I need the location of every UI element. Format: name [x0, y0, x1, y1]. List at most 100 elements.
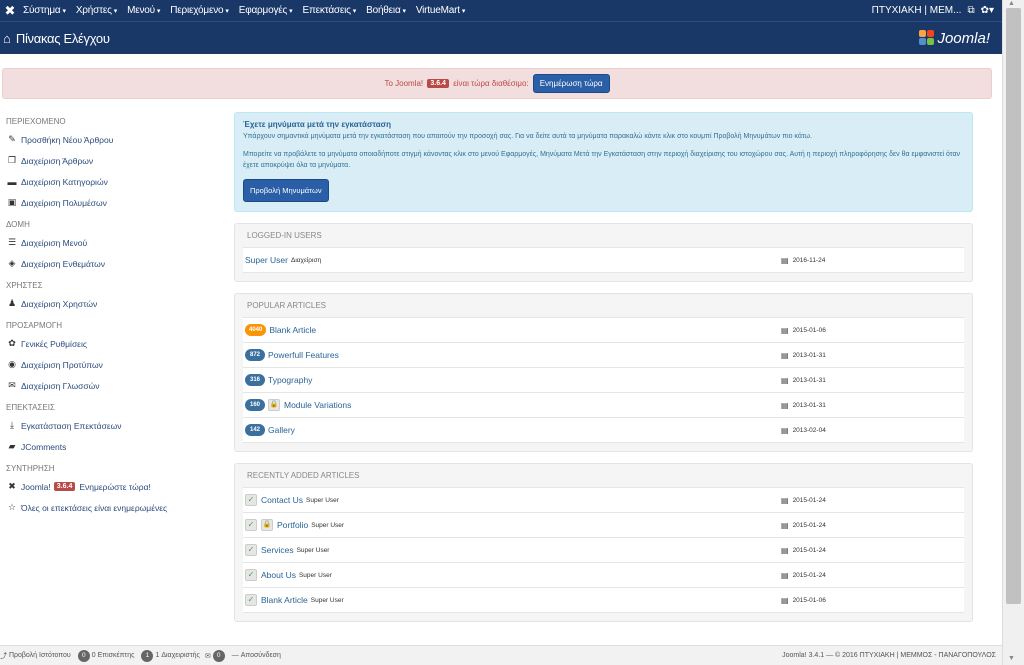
- scrollbar[interactable]: ▲ ▼: [1002, 0, 1024, 665]
- sidebar-item-label: JComments: [21, 441, 67, 452]
- joomla-icon: ✖: [8, 481, 16, 491]
- published-check-icon[interactable]: ✓: [245, 569, 257, 581]
- article-link[interactable]: Services: [261, 545, 294, 555]
- view-messages-button[interactable]: Προβολή Μηνυμάτων: [243, 179, 329, 202]
- topmenu-label: Περιεχόμενο: [170, 5, 224, 16]
- table-row: 142 Gallery ▤ 2013-02-04: [243, 418, 964, 443]
- topmenu-item[interactable]: Περιεχόμενο ▾: [170, 5, 229, 16]
- external-link-icon[interactable]: ⧉: [967, 5, 974, 16]
- article-link[interactable]: Module Variations: [284, 400, 351, 410]
- user-menu[interactable]: ΠΤΥΧΙΑΚΗ | ΜΕΜ...: [872, 5, 962, 16]
- panel-title: RECENTLY ADDED ARTICLES: [243, 464, 964, 488]
- sidebar-item[interactable]: ❐ Διαχείριση Άρθρων: [0, 150, 220, 171]
- sidebar-item-label: Γενικές Ρυθμίσεις: [21, 338, 87, 349]
- sidebar-item-label: Διαχείριση Γλωσσών: [21, 380, 100, 391]
- sidebar-item[interactable]: ◈ Διαχείριση Ενθεμάτων: [0, 253, 220, 274]
- sidebar-item-suffix: Ενημερώστε τώρα!: [79, 481, 151, 492]
- sidebar-item[interactable]: ✎ Προσθήκη Νέου Άρθρου: [0, 129, 220, 150]
- topmenu-item[interactable]: Εφαρμογές ▾: [239, 5, 293, 16]
- article-link[interactable]: About Us: [261, 570, 296, 580]
- main-menu: Σύστημα ▾ Χρήστες ▾ Μενού ▾ Περιεχόμενο ▾ Εφαρμο…: [23, 5, 475, 16]
- table-row: ✓ Contact Us Super User ▤ 2015-01-24: [243, 488, 964, 513]
- list-icon: ☰: [7, 237, 17, 247]
- sidebar-item[interactable]: ⤓ Εγκατάσταση Επεκτάσεων: [0, 415, 220, 436]
- published-check-icon[interactable]: ✓: [245, 519, 257, 531]
- scroll-up-arrow[interactable]: ▲: [1008, 0, 1015, 7]
- caret-down-icon: ▾: [402, 8, 407, 15]
- date-cell: ▤ 2013-02-04: [781, 426, 964, 435]
- messages-count[interactable]: ✉ 0: [205, 649, 227, 662]
- caret-down-icon: ▾: [461, 8, 466, 15]
- sidebar-item-label: Διαχείριση Άρθρων: [21, 155, 94, 166]
- download-icon: ⤓: [10, 420, 14, 430]
- topmenu-item[interactable]: Μενού ▾: [127, 5, 160, 16]
- table-row: 872 Powerfull Features ▤ 2013-01-31: [243, 343, 964, 368]
- article-author: Super User: [310, 596, 344, 604]
- sidebar-item[interactable]: ▣ Διαχείριση Πολυμέσων: [0, 192, 220, 213]
- published-check-icon[interactable]: ✓: [245, 544, 257, 556]
- date-cell: ▤ 2015-01-24: [781, 521, 964, 530]
- caret-down-icon: ▾: [225, 8, 229, 15]
- sidebar-item[interactable]: ◉ Διαχείριση Προτύπων: [0, 354, 220, 375]
- article-link[interactable]: Typography: [268, 375, 312, 385]
- calendar-icon: ▤: [781, 495, 789, 505]
- sidebar-item[interactable]: ☰ Διαχείριση Μενού: [0, 232, 220, 253]
- sidebar-item[interactable]: ▰ JComments: [0, 436, 220, 457]
- postinstall-messages: Έχετε μηνύματα μετά την εγκατάσταση Υπάρ…: [234, 112, 973, 212]
- date-cell: ▤ 2016-11-24: [781, 256, 964, 265]
- article-author: Super User: [296, 546, 330, 554]
- calendar-icon: ▤: [781, 545, 789, 555]
- cube-icon: ◈: [8, 258, 16, 268]
- article-link[interactable]: Portfolio: [277, 520, 308, 530]
- row-main: ✓ About Us Super User: [245, 569, 781, 581]
- article-link[interactable]: Gallery: [268, 425, 295, 435]
- hits-badge: 872: [245, 349, 265, 361]
- sidebar-item[interactable]: ♟ Διαχείριση Χρηστών: [0, 293, 220, 314]
- topmenu-item[interactable]: Σύστημα ▾: [23, 5, 66, 16]
- logout-link[interactable]: — Αποσύνδεση: [232, 652, 281, 659]
- main-content: Έχετε μηνύματα μετά την εγκατάσταση Υπάρ…: [234, 112, 973, 622]
- topmenu-label: Χρήστες: [75, 5, 112, 16]
- topmenu-label: VirtueMart: [415, 5, 460, 16]
- table-row: ✓ Blank Article Super User ▤ 2015-01-06: [243, 588, 964, 613]
- joomla-logo-icon[interactable]: ✖: [3, 3, 17, 18]
- sidebar-item[interactable]: ✖ Joomla! 3.6.4 Ενημερώστε τώρα!: [0, 476, 220, 497]
- published-check-icon[interactable]: ✓: [245, 594, 257, 606]
- sidebar-item-label: Διαχείριση Μενού: [21, 237, 88, 248]
- table-row: ✓ Services Super User ▤ 2015-01-24: [243, 538, 964, 563]
- sidebar-item[interactable]: ☆ Όλες οι επεκτάσεις είναι ενημερωμένες: [0, 497, 220, 518]
- article-link[interactable]: Blank Article: [269, 325, 316, 335]
- sidebar-item[interactable]: ✿ Γενικές Ρυθμίσεις: [0, 333, 220, 354]
- date-value: 2016-11-24: [792, 256, 826, 264]
- topmenu-item[interactable]: Επεκτάσεις ▾: [302, 5, 356, 16]
- article-link[interactable]: Powerfull Features: [268, 350, 339, 360]
- table-row: 316 Typography ▤ 2013-01-31: [243, 368, 964, 393]
- view-site-link[interactable]: ⤴ Προβολή Ιστότοπου: [0, 651, 71, 661]
- article-link[interactable]: Blank Article: [261, 595, 308, 605]
- sidebar-section-title: ΕΠΕΚΤΑΣΕΙΣ: [6, 403, 55, 412]
- topmenu-item[interactable]: VirtueMart ▾: [415, 5, 466, 16]
- sidebar-item[interactable]: ✉ Διαχείριση Γλωσσών: [0, 375, 220, 396]
- date-cell: ▤ 2015-01-24: [781, 571, 964, 580]
- row-main: 142 Gallery: [245, 424, 781, 436]
- update-now-button[interactable]: Ενημέρωση τώρα: [532, 74, 610, 93]
- topmenu-item[interactable]: Χρήστες ▾: [76, 5, 117, 16]
- user-link[interactable]: Super User: [245, 255, 288, 265]
- scroll-down-arrow[interactable]: ▼: [1008, 655, 1015, 662]
- calendar-icon: ▤: [781, 595, 789, 605]
- sidebar-item[interactable]: ▬ Διαχείριση Κατηγοριών: [0, 171, 220, 192]
- status-footer: ⤴ Προβολή Ιστότοπου 00 Επισκέπτης 11 Δια…: [0, 645, 1002, 665]
- article-link[interactable]: Contact Us: [261, 495, 303, 505]
- scrollbar-thumb[interactable]: [1006, 8, 1021, 604]
- eye-icon: ◉: [8, 359, 16, 369]
- sidebar-item-label: Προσθήκη Νέου Άρθρου: [21, 134, 114, 145]
- topmenu-item[interactable]: Βοήθεια ▾: [366, 5, 406, 16]
- calendar-icon: ▤: [781, 375, 789, 385]
- article-author: Super User: [306, 496, 339, 504]
- published-check-icon[interactable]: ✓: [245, 494, 257, 506]
- comment-icon: ▰: [8, 441, 16, 451]
- hits-badge: 4040: [245, 324, 267, 336]
- date-cell: ▤ 2013-01-31: [781, 351, 964, 360]
- topmenu-label: Εφαρμογές: [238, 5, 288, 16]
- gear-icon[interactable]: ✿▾: [981, 5, 994, 16]
